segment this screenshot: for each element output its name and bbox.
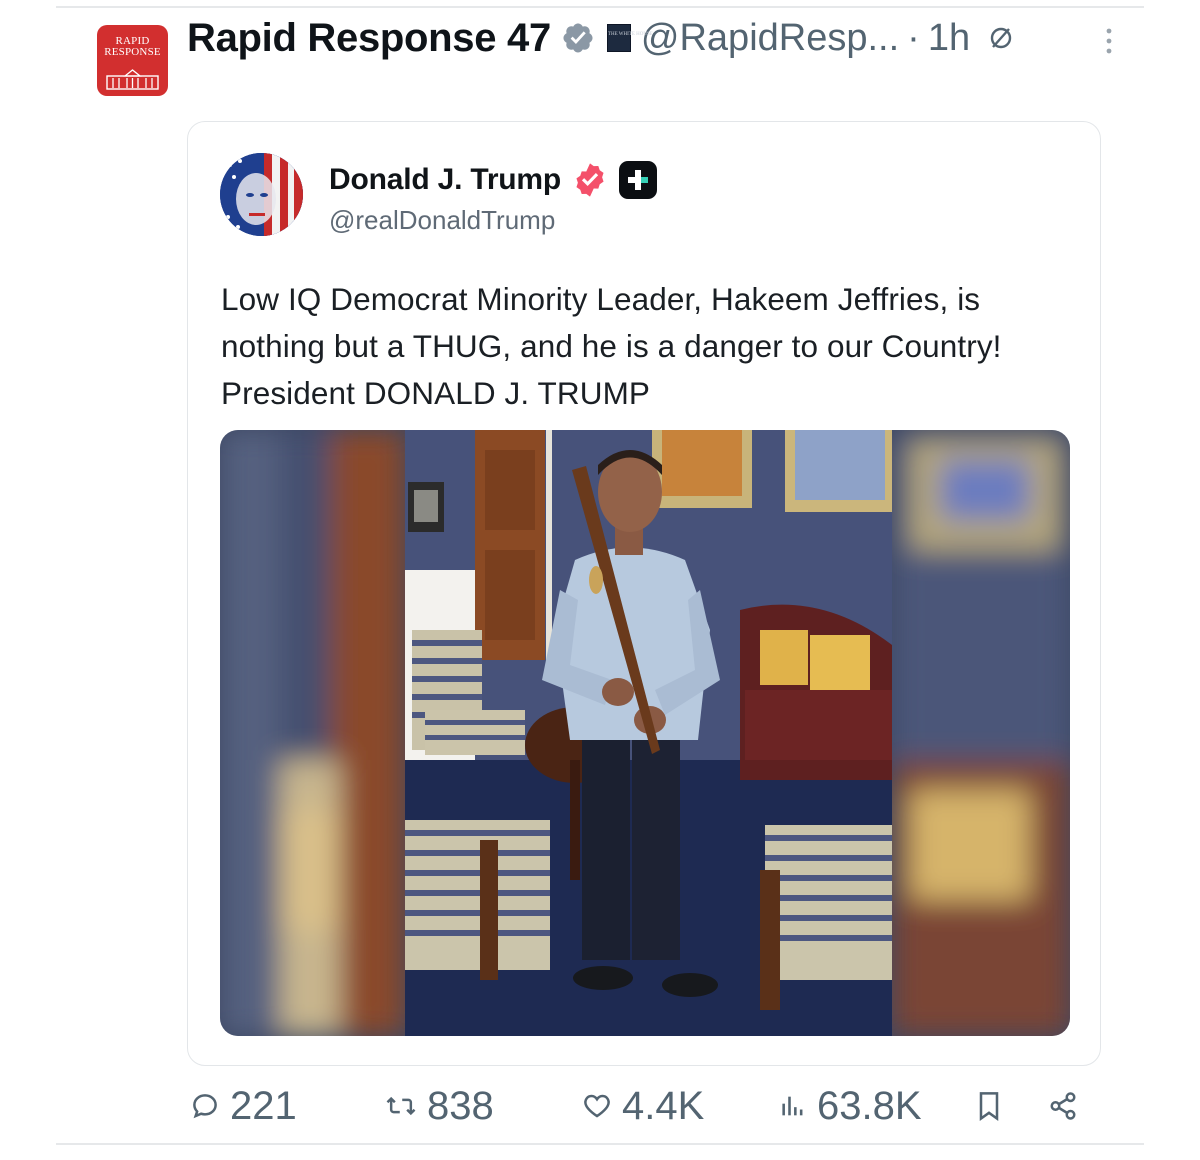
- white-house-logo-icon: [106, 69, 159, 90]
- post-header: Rapid Response 47 THE WHITE HOUSE @Rapid…: [187, 12, 1014, 64]
- flag-portrait-image: [220, 153, 303, 236]
- post-photo[interactable]: [220, 430, 1070, 1036]
- truth-plus-icon[interactable]: [619, 161, 658, 199]
- quoted-post-text: Low IQ Democrat Minority Leader, Hakeem …: [221, 281, 1002, 411]
- top-divider: [56, 6, 1144, 8]
- quoted-header: Donald J. Trump: [329, 160, 658, 200]
- views-button[interactable]: 63.8K: [779, 1078, 922, 1134]
- action-bar: 221 838 4.4K 63.8K: [0, 1078, 1200, 1134]
- repost-count: 838: [427, 1083, 494, 1128]
- separator-dot: ·: [907, 16, 920, 59]
- quoted-author-handle[interactable]: @realDonaldTrump: [329, 205, 555, 236]
- quoted-author-name[interactable]: Donald J. Trump: [329, 163, 561, 197]
- reply-button[interactable]: 221: [190, 1078, 297, 1134]
- reply-icon: [193, 1094, 217, 1119]
- verified-badge-icon[interactable]: [561, 21, 595, 55]
- white-house-badge-icon[interactable]: THE WHITE HOUSE: [606, 24, 653, 52]
- bookmark-icon: [979, 1092, 999, 1122]
- repost-icon: [386, 1096, 416, 1116]
- like-icon: [584, 1094, 610, 1118]
- like-button[interactable]: 4.4K: [582, 1078, 704, 1134]
- share-icon: [1050, 1092, 1076, 1120]
- bookmark-button[interactable]: [975, 1078, 1003, 1134]
- repost-button[interactable]: 838: [385, 1078, 494, 1134]
- share-button[interactable]: [1048, 1078, 1078, 1134]
- author-avatar[interactable]: RAPID RESPONSE: [97, 25, 168, 96]
- more-icon[interactable]: [1098, 26, 1120, 56]
- post-time[interactable]: 1h: [928, 17, 970, 60]
- avatar-logo-text: RAPID RESPONSE: [104, 35, 161, 58]
- reply-count: 221: [230, 1083, 297, 1128]
- author-name[interactable]: Rapid Response 47: [187, 16, 551, 61]
- views-icon: [782, 1096, 803, 1116]
- pink-verified-icon[interactable]: [571, 161, 609, 199]
- quoted-post-card[interactable]: Donald J. Trump @realDonaldTrump Low IQ …: [187, 121, 1101, 1066]
- views-count: 63.8K: [817, 1083, 922, 1128]
- photo-image: [220, 430, 1070, 1036]
- bottom-divider: [56, 1143, 1144, 1145]
- author-handle[interactable]: @RapidResp...: [641, 17, 899, 60]
- quoted-author-avatar[interactable]: [220, 153, 303, 236]
- like-count: 4.4K: [622, 1083, 705, 1128]
- no-edit-icon: [990, 27, 1012, 49]
